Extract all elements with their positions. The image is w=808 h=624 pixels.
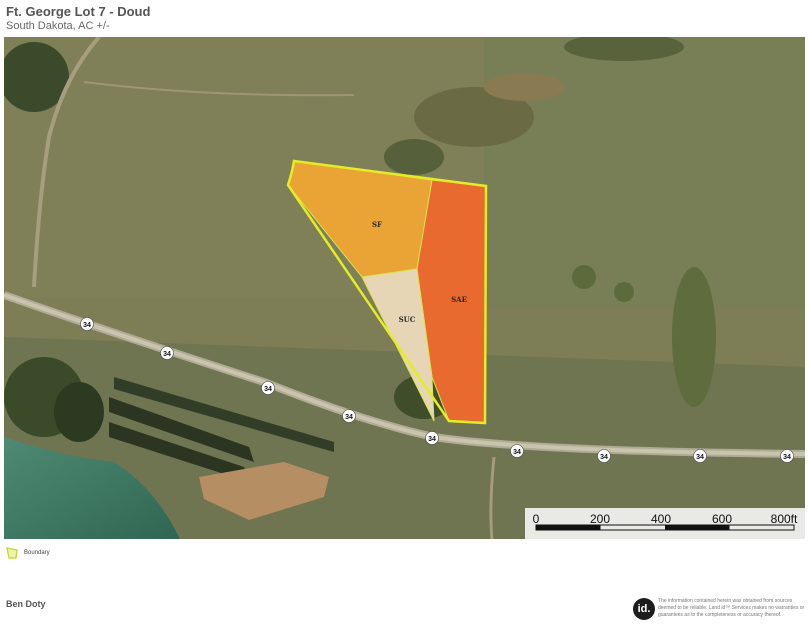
route-34-shield: 34 bbox=[597, 449, 611, 463]
zone-label-sae: SAE bbox=[451, 295, 467, 304]
scale-label-200: 200 bbox=[590, 512, 610, 526]
scale-label-400: 400 bbox=[651, 512, 671, 526]
satellite-imagery: SF SAE SUC 34 34 34 34 34 34 34 34 34 0 … bbox=[4, 37, 805, 539]
disclaimer-text: The information contained herein was obt… bbox=[658, 598, 805, 618]
svg-text:34: 34 bbox=[600, 454, 608, 461]
route-34-shield: 34 bbox=[780, 449, 794, 463]
zone-label-sf: SF bbox=[372, 220, 382, 229]
boundary-swatch-icon bbox=[6, 547, 18, 559]
svg-text:34: 34 bbox=[428, 436, 436, 443]
scale-label-600: 600 bbox=[712, 512, 732, 526]
svg-text:34: 34 bbox=[83, 322, 91, 329]
svg-text:34: 34 bbox=[264, 386, 272, 393]
agent-name: Ben Doty bbox=[6, 599, 46, 609]
svg-text:34: 34 bbox=[345, 414, 353, 421]
route-34-shield: 34 bbox=[342, 409, 356, 423]
svg-text:34: 34 bbox=[783, 454, 791, 461]
map-title: Ft. George Lot 7 - Doud bbox=[6, 4, 151, 19]
legend: Boundary bbox=[6, 547, 50, 559]
scale-label-800ft: 800ft bbox=[771, 512, 798, 526]
route-34-shield: 34 bbox=[693, 449, 707, 463]
route-34-shield: 34 bbox=[160, 346, 174, 360]
svg-text:34: 34 bbox=[696, 454, 704, 461]
scale-bar: 0 200 400 600 800ft bbox=[525, 508, 805, 539]
route-34-shield: 34 bbox=[80, 317, 94, 331]
map-subtitle: South Dakota, AC +/- bbox=[6, 20, 110, 32]
route-34-shield: 34 bbox=[510, 444, 524, 458]
route-34-shield: 34 bbox=[425, 431, 439, 445]
landid-logo-icon: id. bbox=[633, 598, 655, 620]
route-34-shield: 34 bbox=[261, 381, 275, 395]
legend-label-boundary: Boundary bbox=[24, 550, 50, 556]
zone-label-suc: SUC bbox=[399, 315, 416, 324]
map-view[interactable]: SF SAE SUC 34 34 34 34 34 34 34 34 34 0 … bbox=[4, 37, 805, 539]
svg-text:34: 34 bbox=[163, 351, 171, 358]
svg-text:34: 34 bbox=[513, 449, 521, 456]
scale-label-0: 0 bbox=[533, 512, 540, 526]
